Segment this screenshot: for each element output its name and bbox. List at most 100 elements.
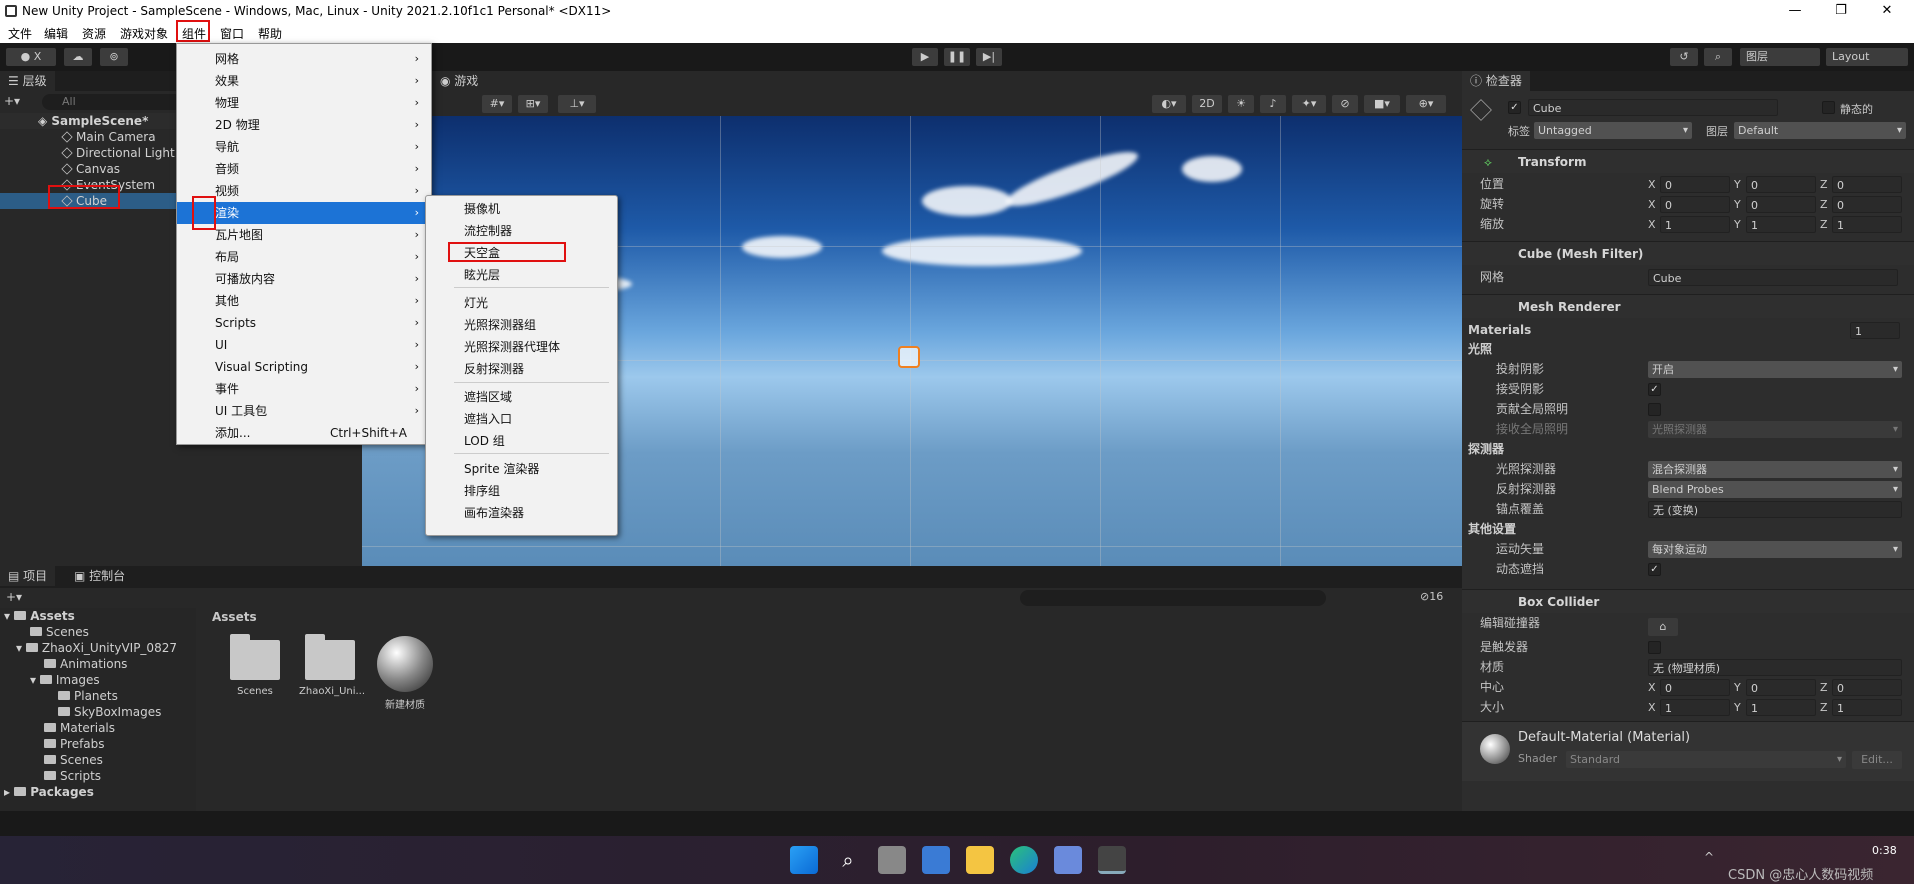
edge-icon[interactable] xyxy=(1010,846,1038,874)
component-menu-item[interactable]: 添加... Ctrl+Shift+A xyxy=(177,422,431,444)
maximize-button[interactable]: ❐ xyxy=(1818,0,1864,23)
vector-field-z[interactable]: 0 xyxy=(1832,196,1902,213)
vector-field-y[interactable]: 1 xyxy=(1746,216,1816,233)
tree-item[interactable]: Scripts xyxy=(44,768,101,784)
tab-inspector[interactable]: ⓘ 检查器 xyxy=(1462,71,1530,91)
tree-item[interactable]: ▸ Packages xyxy=(4,784,94,800)
tree-item[interactable]: Materials xyxy=(44,720,115,736)
render-menu-item[interactable]: 反射探测器 xyxy=(426,358,617,380)
tree-item[interactable]: Scenes xyxy=(44,752,103,768)
menu-edit[interactable]: 编辑 xyxy=(44,25,68,42)
component-menu-item[interactable]: UI › xyxy=(177,334,431,356)
minimize-button[interactable]: — xyxy=(1772,0,1818,23)
light-probes-dropdown[interactable]: 混合探测器 xyxy=(1648,461,1902,478)
component-menu-item[interactable]: 网格 › xyxy=(177,48,431,70)
receive-gi-dropdown[interactable]: 光照探测器 xyxy=(1648,421,1902,438)
vector-field-y[interactable]: 1 xyxy=(1746,699,1816,716)
mode-2d-button[interactable]: 2D xyxy=(1192,95,1222,113)
render-menu-item[interactable]: 光照探测器组 xyxy=(426,314,617,336)
tab-project[interactable]: ▤ 项目 xyxy=(0,566,56,586)
render-menu-item[interactable]: 摄像机 xyxy=(426,198,617,220)
effects-icon[interactable]: ✦▾ xyxy=(1292,95,1326,113)
account-button[interactable]: ● X xyxy=(6,48,56,66)
tree-item[interactable]: Planets xyxy=(58,688,118,704)
component-menu-item[interactable]: 导航 › xyxy=(177,136,431,158)
file-explorer-icon[interactable] xyxy=(966,846,994,874)
component-menu-item[interactable]: 事件 › xyxy=(177,378,431,400)
receive-shadows-checkbox[interactable]: ✓ xyxy=(1648,383,1661,396)
component-menu-item[interactable]: 2D 物理 › xyxy=(177,114,431,136)
component-menu-item[interactable]: 效果 › xyxy=(177,70,431,92)
vector-field-z[interactable]: 0 xyxy=(1832,176,1902,193)
search-icon[interactable]: ⌕ xyxy=(834,846,862,874)
hidden-icon[interactable]: ⊘ xyxy=(1332,95,1358,113)
vector-field-y[interactable]: 0 xyxy=(1746,679,1816,696)
render-menu-item[interactable]: 眩光层 xyxy=(426,264,617,286)
gizmo-move-icon[interactable]: #▾ xyxy=(482,95,512,113)
anchor-override-field[interactable]: 无 (变换) xyxy=(1648,501,1902,518)
task-view-icon[interactable] xyxy=(878,846,906,874)
vector-field-x[interactable]: 1 xyxy=(1660,216,1730,233)
vector-field-x[interactable]: 1 xyxy=(1660,699,1730,716)
search-icon[interactable]: ⌕ xyxy=(1704,48,1732,66)
collab-button[interactable]: ⊚ xyxy=(100,48,128,66)
meshrenderer-header[interactable]: Mesh Renderer xyxy=(1462,294,1914,318)
render-menu-item[interactable]: 画布渲染器 xyxy=(426,502,617,524)
tree-item[interactable]: ▾ Assets xyxy=(4,608,75,624)
vector-field-x[interactable]: 0 xyxy=(1660,196,1730,213)
menu-assets[interactable]: 资源 xyxy=(82,25,106,42)
vector-field-y[interactable]: 0 xyxy=(1746,196,1816,213)
store-icon[interactable] xyxy=(1054,846,1082,874)
vector-field-x[interactable]: 0 xyxy=(1660,176,1730,193)
render-menu-item[interactable]: 排序组 xyxy=(426,480,617,502)
gizmos-icon[interactable]: ⊕▾ xyxy=(1406,95,1446,113)
unity-app-icon[interactable] xyxy=(1098,846,1126,874)
component-menu-item[interactable]: UI 工具包 › xyxy=(177,400,431,422)
menu-file[interactable]: 文件 xyxy=(8,25,32,42)
layers-dropdown[interactable]: 图层 xyxy=(1740,48,1820,66)
lighting-icon[interactable]: ☀ xyxy=(1228,95,1254,113)
snap-icon[interactable]: ⊥▾ xyxy=(558,95,596,113)
tree-item[interactable]: SkyBoxImages xyxy=(58,704,161,720)
tab-hierarchy[interactable]: ☰ 层级 xyxy=(0,71,55,91)
render-menu-item[interactable]: 遮挡入口 xyxy=(426,408,617,430)
boxcollider-header[interactable]: Box Collider xyxy=(1462,589,1914,613)
asset-material[interactable]: 新建材质 xyxy=(374,636,436,711)
vector-field-z[interactable]: 1 xyxy=(1832,216,1902,233)
cloud-button[interactable]: ☁ xyxy=(64,48,92,66)
tree-item[interactable]: ▾ Images xyxy=(30,672,100,688)
cube-object[interactable] xyxy=(898,346,920,368)
collider-material-field[interactable]: 无 (物理材质) xyxy=(1648,659,1902,676)
render-menu-item[interactable]: 灯光 xyxy=(426,292,617,314)
render-menu-item[interactable]: 光照探测器代理体 xyxy=(426,336,617,358)
pause-button[interactable]: ❚❚ xyxy=(944,48,970,66)
render-menu-item[interactable]: 遮挡区域 xyxy=(426,386,617,408)
tree-item[interactable]: Animations xyxy=(44,656,127,672)
render-menu-item[interactable]: Sprite 渲染器 xyxy=(426,458,617,480)
shader-edit-button[interactable]: Edit... xyxy=(1852,751,1902,769)
windows-start-icon[interactable] xyxy=(790,846,818,874)
project-search-input[interactable] xyxy=(1020,590,1326,606)
create-button[interactable]: +▾ xyxy=(6,590,22,604)
menu-gameobject[interactable]: 游戏对象 xyxy=(120,25,168,42)
motion-vectors-dropdown[interactable]: 每对象运动 xyxy=(1648,541,1902,558)
vector-field-x[interactable]: 0 xyxy=(1660,679,1730,696)
close-button[interactable]: ✕ xyxy=(1864,0,1910,23)
asset-folder[interactable]: Scenes xyxy=(224,634,286,697)
component-menu-item[interactable]: Visual Scripting › xyxy=(177,356,431,378)
vector-field-z[interactable]: 0 xyxy=(1832,679,1902,696)
component-menu-item[interactable]: 物理 › xyxy=(177,92,431,114)
materials-count-field[interactable]: 1 xyxy=(1850,322,1900,339)
meshfilter-header[interactable]: Cube (Mesh Filter) xyxy=(1462,241,1914,265)
component-menu-item[interactable]: 其他 › xyxy=(177,290,431,312)
active-checkbox[interactable]: ✓ xyxy=(1508,101,1521,114)
tree-item[interactable]: ▾ ZhaoXi_UnityVIP_0827 xyxy=(16,640,177,656)
vector-field-y[interactable]: 0 xyxy=(1746,176,1816,193)
object-name-field[interactable]: Cube xyxy=(1528,99,1778,116)
tray-expand-icon[interactable]: ^ xyxy=(1704,850,1714,864)
transform-header[interactable]: Transform xyxy=(1462,149,1914,173)
render-menu-item[interactable]: 流控制器 xyxy=(426,220,617,242)
menu-window[interactable]: 窗口 xyxy=(220,25,244,42)
layer-dropdown[interactable]: Default xyxy=(1734,122,1906,139)
layout-dropdown[interactable]: Layout xyxy=(1826,48,1908,66)
